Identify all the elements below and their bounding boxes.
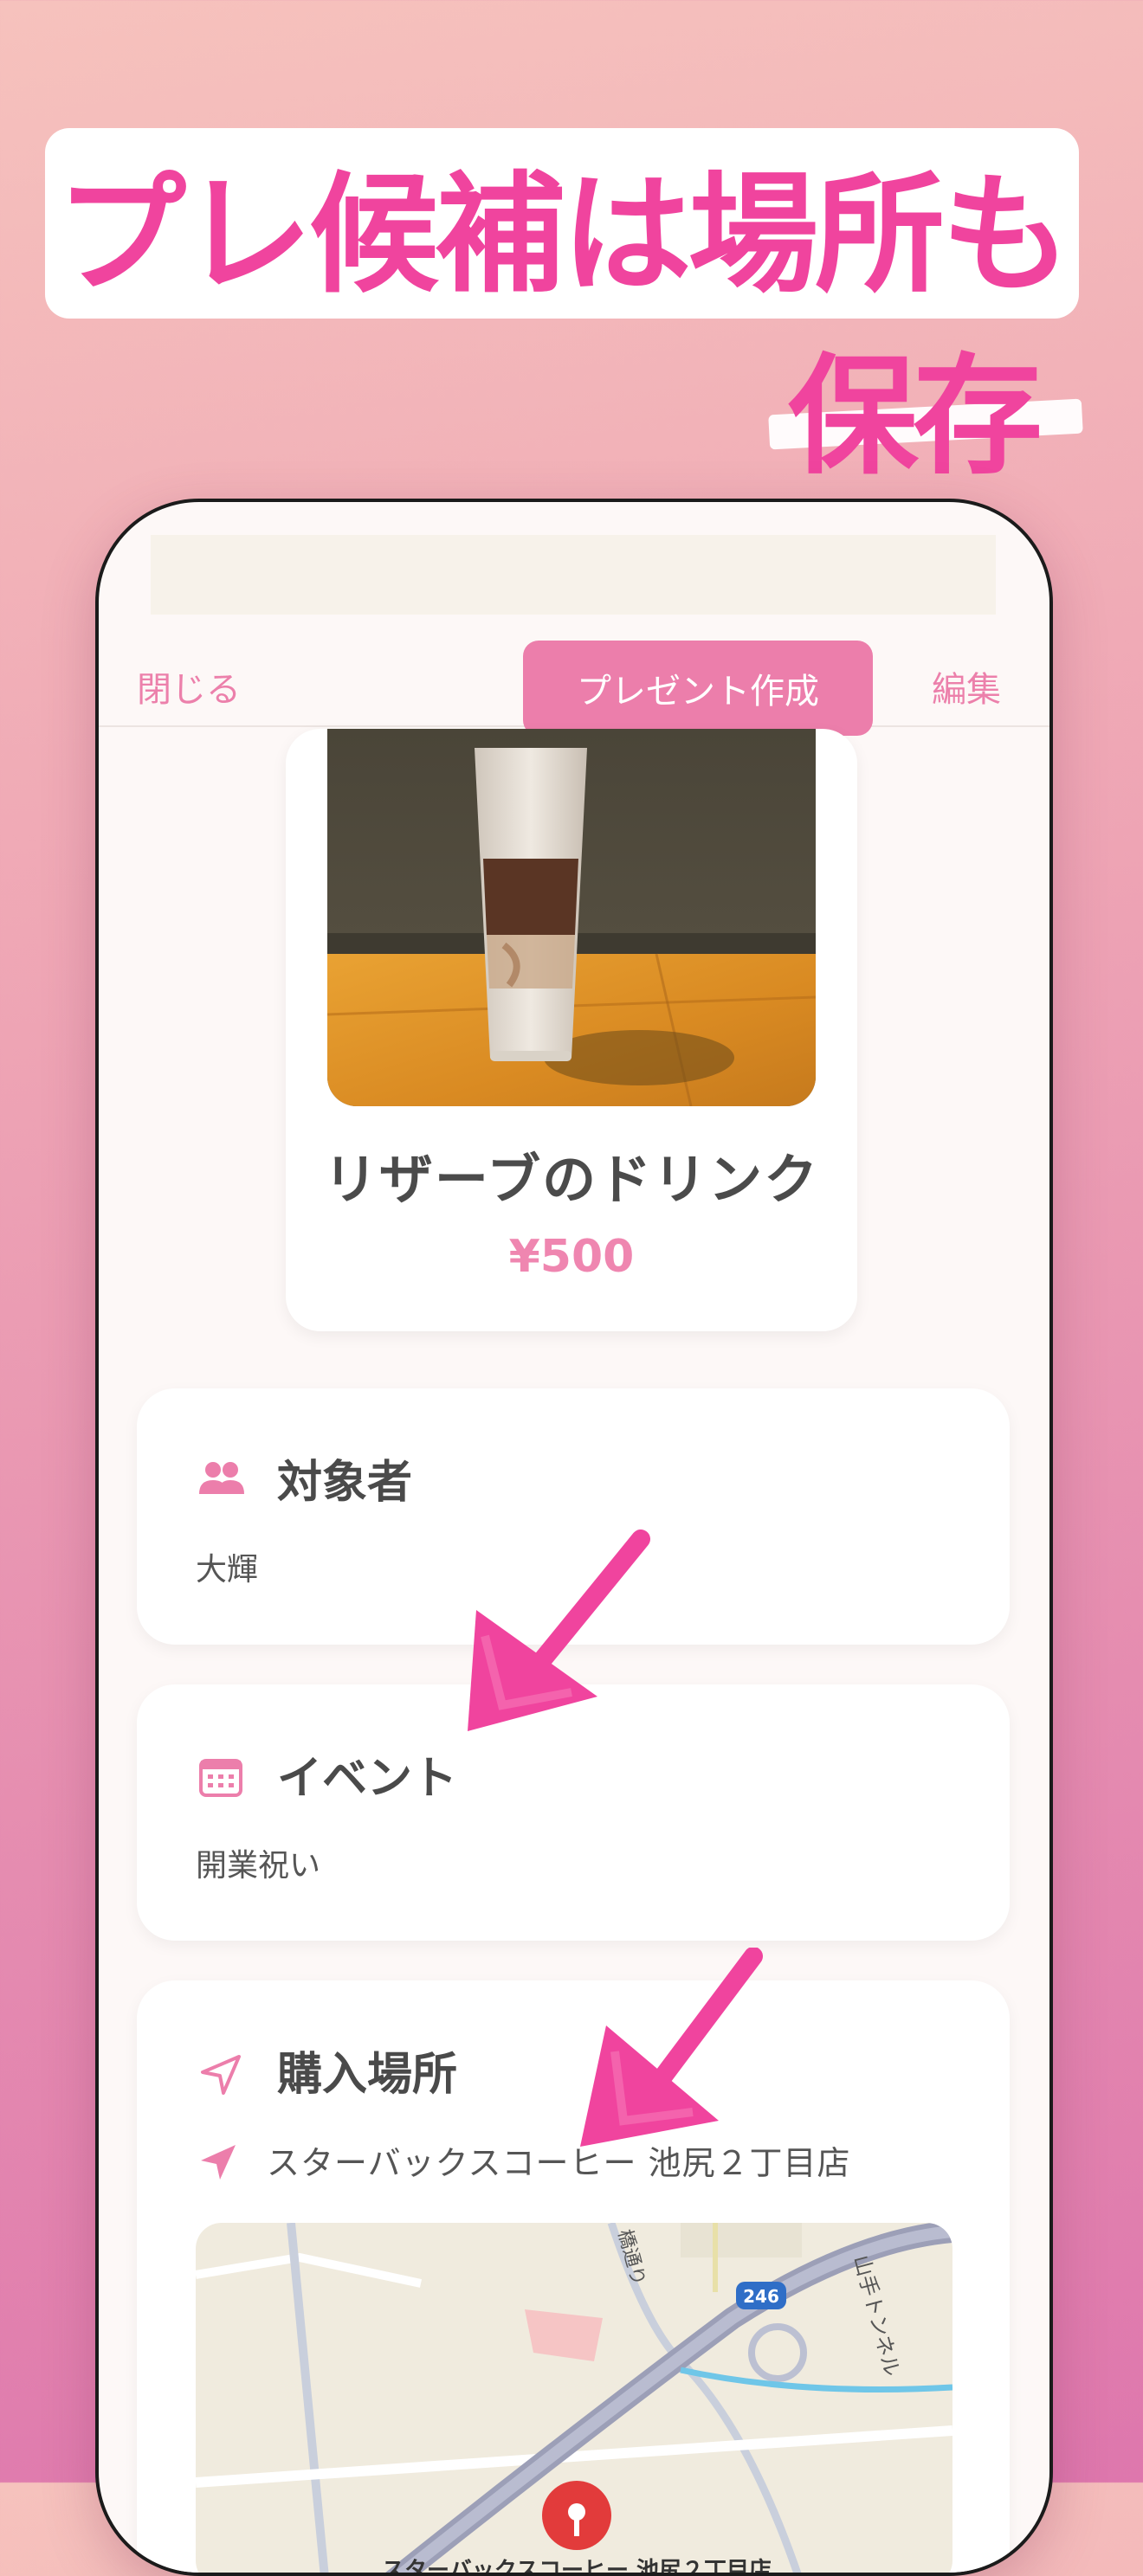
- map-pin-label: スターバックスコーヒー 池尻２丁目店: [382, 2558, 772, 2576]
- headline-banner: プレ候補は場所も: [45, 128, 1079, 319]
- event-value: 開業祝い: [196, 1848, 321, 1884]
- navigation-bar: 閉じる プレゼント作成 編集: [99, 623, 1049, 736]
- annotation-arrow-place-icon: [580, 1948, 763, 2147]
- gift-card[interactable]: リザーブのドリンク ¥500: [286, 729, 857, 1331]
- gift-photo: [327, 729, 816, 1106]
- calendar-icon: [199, 1759, 242, 1797]
- gift-name: リザーブのドリンク: [323, 1148, 820, 1211]
- annotation-arrow-event-icon: [468, 1530, 650, 1731]
- location-fill-icon: [201, 2145, 236, 2180]
- headline-line2: 保存: [788, 342, 1043, 493]
- recipient-title: 対象者: [277, 1457, 413, 1509]
- map-pin-icon: [542, 2481, 611, 2550]
- navigation-arrow-icon: [201, 2055, 241, 2095]
- headline-line2-wrap: 保存: [762, 305, 1091, 493]
- gift-price: ¥500: [508, 1231, 635, 1283]
- route-246-label: 246: [743, 2286, 779, 2307]
- event-title: イベント: [277, 1753, 458, 1805]
- close-button[interactable]: 閉じる: [137, 661, 241, 712]
- recipient-value: 大輝: [196, 1552, 259, 1587]
- create-present-button[interactable]: プレゼント作成: [523, 641, 873, 736]
- headline-line1: プレ候補は場所も: [55, 159, 1071, 311]
- status-bar: [151, 535, 996, 615]
- edit-button[interactable]: 編集: [932, 661, 1001, 712]
- purchase-place-title: 購入場所: [277, 2049, 458, 2101]
- store-map[interactable]: 246 山手トンネル 橋通り スターバックスコーヒー 池尻２丁目店: [196, 2223, 953, 2576]
- people-icon: [199, 1462, 244, 1494]
